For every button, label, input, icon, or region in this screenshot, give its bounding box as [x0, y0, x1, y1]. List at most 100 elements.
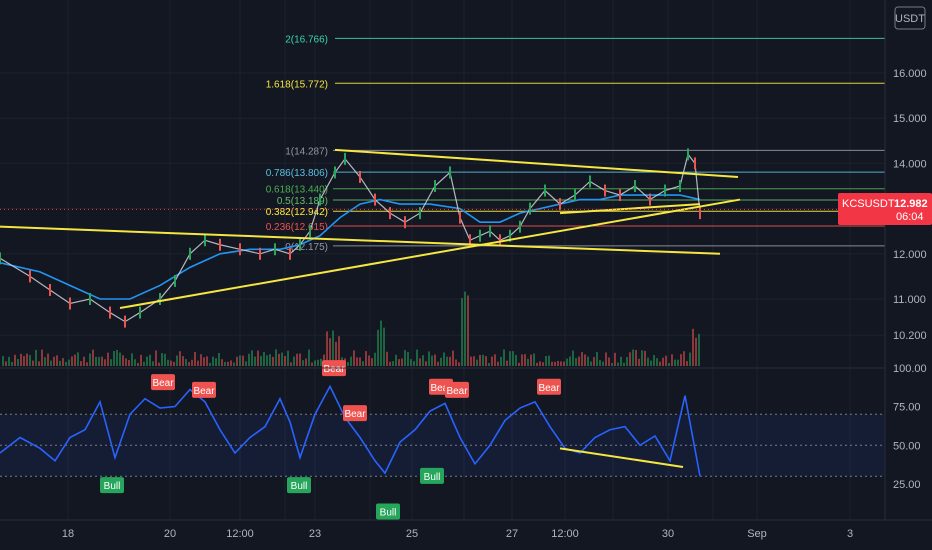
signal-text: Bull	[424, 472, 441, 483]
time-axis-tick: Sep	[747, 528, 767, 540]
volume-bar	[509, 351, 511, 366]
volume-bar	[194, 351, 196, 366]
volume-bar	[176, 355, 178, 366]
volume-bar	[692, 328, 694, 366]
volume-bar	[68, 359, 70, 366]
volume-bar	[353, 350, 355, 366]
volume-bar	[242, 355, 244, 366]
symbol-tag-countdown: 06:04	[896, 211, 924, 223]
volume-bar	[152, 361, 154, 366]
volume-bar	[635, 349, 637, 366]
chart-canvas[interactable]: 2(16.766) 1.618(15.772) 1(14.287) 0.786(13.…	[0, 0, 932, 550]
volume-bar	[620, 356, 622, 366]
volume-bar	[317, 359, 319, 366]
volume-bar	[164, 353, 166, 366]
symbol-price-tag[interactable]: KCSUSDT 12.982 06:04	[838, 193, 932, 225]
volume-bar	[602, 361, 604, 366]
volume-bar	[293, 356, 295, 366]
fib-level-label: 1(14.287)	[285, 146, 328, 157]
volume-bar	[524, 354, 526, 366]
bear-signal-label: Bear	[192, 381, 216, 398]
volume-bar	[638, 358, 640, 366]
volume-bar	[11, 361, 13, 366]
volume-bar	[83, 356, 85, 366]
volume-bar	[686, 361, 688, 366]
volume-bar	[440, 357, 442, 366]
volume-bar	[245, 361, 247, 366]
volume-bar	[233, 362, 235, 366]
signal-text: Bull	[104, 481, 121, 492]
volume-bar	[182, 356, 184, 366]
volume-bar	[248, 353, 250, 366]
volume-bar	[557, 360, 559, 366]
volume-bar	[122, 355, 124, 366]
volume-bar	[428, 351, 430, 366]
volume-bar	[257, 350, 259, 366]
volume-bar	[167, 359, 169, 366]
currency-badge-label: USDT	[895, 13, 925, 25]
signal-text: Bear	[323, 364, 345, 375]
signal-text: Bull	[380, 508, 397, 519]
rsi-axis-tick: 100.00	[893, 363, 927, 375]
volume-bar	[554, 361, 556, 366]
volume-bar	[77, 352, 79, 366]
volume-bar	[437, 361, 439, 366]
volume-bar	[203, 357, 205, 366]
volume-bar	[590, 361, 592, 366]
volume-bar	[263, 351, 265, 366]
volume-bar	[206, 356, 208, 366]
volume-bar	[311, 362, 313, 366]
volume-bar	[623, 362, 625, 366]
fib-level-label: 2(16.766)	[285, 34, 328, 45]
volume-bar	[386, 351, 388, 366]
volume-bar	[392, 361, 394, 366]
signal-text: Bull	[291, 481, 308, 492]
volume-bar	[482, 354, 484, 366]
volume-bar	[347, 362, 349, 366]
volume-bar	[269, 354, 271, 366]
fib-level-label: 0.618(13.440)	[266, 185, 328, 196]
volume-bar	[650, 360, 652, 366]
volume-bar	[113, 350, 115, 366]
volume-bar	[545, 356, 547, 366]
volume-bar	[446, 356, 448, 366]
volume-bar	[200, 354, 202, 366]
volume-bar	[44, 357, 46, 366]
bear-signal-label: Bear	[343, 405, 367, 422]
rsi-axis-tick: 50.00	[893, 440, 921, 452]
price-axis-tick: 12.000	[893, 249, 927, 261]
volume-bar	[185, 359, 187, 366]
volume-bar	[599, 360, 601, 366]
volume-bar	[476, 359, 478, 366]
volume-bar	[521, 354, 523, 366]
volume-bar	[350, 356, 352, 366]
volume-bar	[26, 353, 28, 366]
volume-bar	[401, 358, 403, 366]
fib-level-label: 0.382(12.942)	[266, 207, 328, 218]
volume-bar	[617, 362, 619, 366]
volume-bar	[284, 355, 286, 366]
volume-bar	[230, 360, 232, 366]
volume-bar	[413, 361, 415, 366]
volume-bar	[662, 357, 664, 366]
volume-bar	[530, 354, 532, 366]
volume-bar	[128, 359, 130, 366]
volume-bar	[407, 351, 409, 366]
volume-bar	[35, 349, 37, 366]
volume-bar	[131, 353, 133, 366]
volume-bar	[215, 358, 217, 366]
volume-bar	[158, 362, 160, 366]
volume-bar	[533, 353, 535, 366]
time-axis-tick: 20	[164, 528, 176, 540]
volume-bar	[254, 356, 256, 366]
time-axis-tick: 18	[62, 528, 74, 540]
volume-bar	[302, 360, 304, 366]
volume-bar	[137, 362, 139, 366]
volume-bar	[173, 361, 175, 366]
volume-bar	[539, 361, 541, 366]
volume-bar	[596, 352, 598, 366]
volume-bar	[500, 356, 502, 366]
volume-bar	[8, 356, 10, 366]
time-axis-tick: 27	[506, 528, 518, 540]
volume-bar	[668, 362, 670, 366]
